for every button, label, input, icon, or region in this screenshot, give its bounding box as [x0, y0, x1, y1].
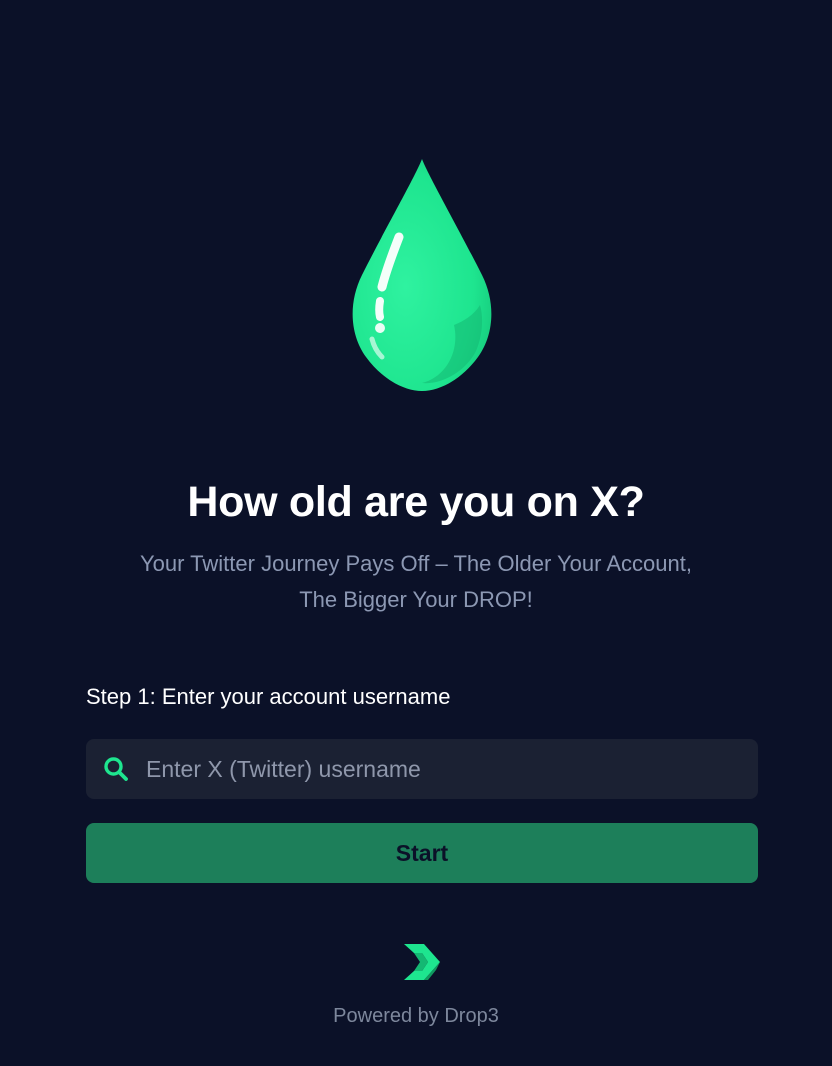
page-subtitle: Your Twitter Journey Pays Off – The Olde…: [80, 546, 752, 618]
drop3-logo-icon: [404, 944, 440, 980]
step-1-label: Step 1: Enter your account username: [86, 684, 451, 709]
username-search-field[interactable]: [86, 739, 758, 799]
start-button[interactable]: Start: [86, 823, 758, 883]
subtitle-line-2: The Bigger Your DROP!: [299, 587, 533, 612]
search-icon: [104, 757, 128, 781]
page: How old are you on X? Your Twitter Journ…: [0, 0, 832, 1066]
page-title: How old are you on X?: [187, 478, 645, 526]
water-drop-icon: [352, 159, 492, 391]
username-input[interactable]: [146, 739, 746, 799]
powered-by-text: Powered by Drop3: [333, 1005, 499, 1027]
subtitle-line-1: Your Twitter Journey Pays Off – The Olde…: [140, 551, 692, 576]
